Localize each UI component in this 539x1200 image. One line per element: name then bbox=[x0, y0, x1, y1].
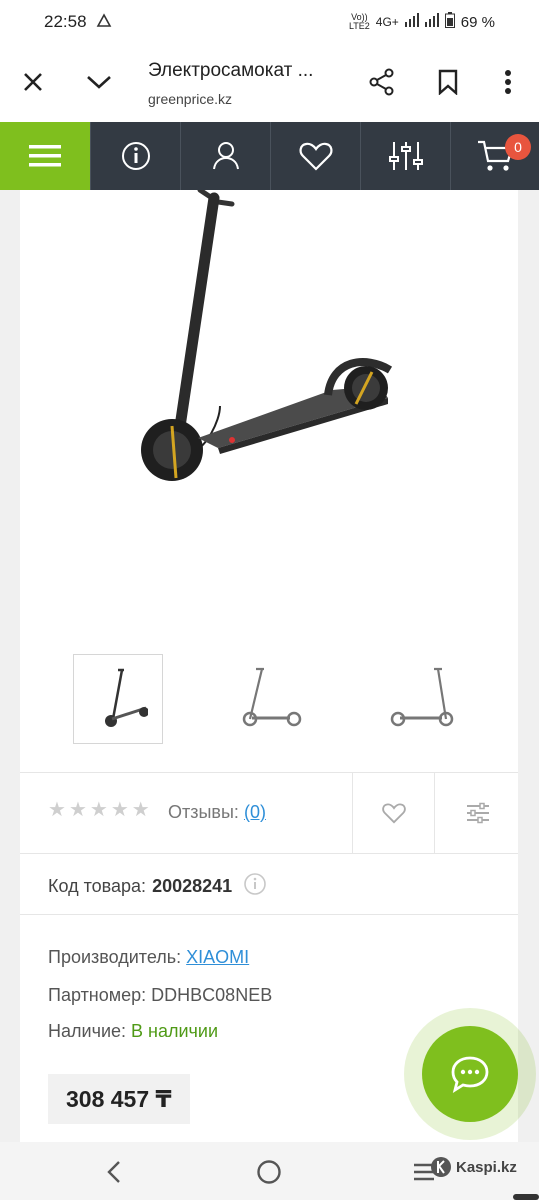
more-vertical-icon[interactable] bbox=[490, 64, 526, 100]
heart-icon bbox=[299, 142, 332, 171]
star-icon: ★ bbox=[89, 799, 108, 821]
compare-button[interactable] bbox=[360, 122, 450, 190]
rating-stars: ★ ★ ★ ★ ★ bbox=[48, 800, 150, 820]
home-indicator bbox=[513, 1194, 539, 1200]
battery-percent: 69 % bbox=[460, 13, 495, 31]
kaspi-watermark: Kaspi.kz bbox=[430, 1156, 517, 1178]
thumbnail-2[interactable] bbox=[225, 654, 313, 742]
signal-icon-2 bbox=[424, 13, 439, 31]
close-icon[interactable] bbox=[15, 64, 51, 100]
thumbnail-3[interactable] bbox=[377, 654, 465, 742]
share-icon[interactable] bbox=[364, 64, 400, 100]
page-url: greenprice.kz bbox=[148, 91, 233, 107]
reviews: Отзывы: (0) bbox=[168, 802, 266, 823]
bookmark-icon[interactable] bbox=[430, 64, 466, 100]
manufacturer-row: Производитель: XIAOMI bbox=[48, 947, 249, 968]
divider bbox=[352, 773, 353, 853]
battery-icon bbox=[444, 12, 455, 32]
star-icon: ★ bbox=[68, 799, 87, 821]
network-type: 4G+ bbox=[375, 15, 399, 29]
reviews-label: Отзывы: bbox=[168, 802, 239, 822]
code-label: Код товара: bbox=[48, 876, 147, 896]
page-title: Электросамокат ... bbox=[148, 60, 314, 81]
availability-label: Наличие: bbox=[48, 1021, 127, 1041]
back-icon[interactable] bbox=[98, 1156, 130, 1188]
compare-icon bbox=[388, 142, 423, 170]
status-right: Vo)) LTE2 4G+ 69 % bbox=[349, 12, 495, 32]
cart-button[interactable]: 0 bbox=[450, 122, 539, 190]
kaspi-logo-icon bbox=[431, 1157, 451, 1177]
chat-bubble-icon bbox=[451, 1056, 489, 1093]
divider bbox=[20, 853, 518, 854]
menu-button[interactable] bbox=[0, 122, 90, 190]
availability-row: Наличие: В наличии bbox=[48, 1021, 218, 1042]
account-button[interactable] bbox=[180, 122, 270, 190]
info-icon[interactable] bbox=[244, 873, 266, 900]
thumbnail-1[interactable] bbox=[73, 654, 163, 744]
product-thumbnails bbox=[20, 654, 518, 744]
product-main-image[interactable] bbox=[20, 187, 518, 630]
divider bbox=[434, 773, 435, 853]
add-to-wishlist-button[interactable] bbox=[372, 791, 416, 835]
star-icon: ★ bbox=[131, 799, 150, 821]
system-nav-bar: Kaspi.kz bbox=[0, 1142, 539, 1200]
star-icon: ★ bbox=[48, 799, 66, 821]
star-icon: ★ bbox=[110, 799, 129, 821]
chevron-down-icon[interactable] bbox=[81, 64, 117, 100]
browser-toolbar: Электросамокат ... greenprice.kz bbox=[0, 44, 539, 122]
signal-icon-1 bbox=[404, 13, 419, 31]
status-bar: 22:58 Vo)) LTE2 4G+ 69 % bbox=[0, 0, 539, 44]
rating-row: ★ ★ ★ ★ ★ Отзывы: (0) bbox=[20, 773, 518, 853]
site-nav: 0 bbox=[0, 122, 539, 190]
kaspi-label: Kaspi.kz bbox=[456, 1158, 517, 1176]
partnumber-row: Партномер: DDHBC08NEB bbox=[48, 985, 272, 1006]
partnumber-value: DDHBC08NEB bbox=[151, 985, 273, 1005]
availability-value: В наличии bbox=[131, 1021, 219, 1041]
home-icon[interactable] bbox=[253, 1156, 285, 1188]
partnumber-label: Партномер: bbox=[48, 985, 147, 1005]
cart-count-badge: 0 bbox=[505, 134, 531, 160]
code-value: 20028241 bbox=[152, 876, 233, 896]
wishlist-button[interactable] bbox=[270, 122, 360, 190]
product-code-row: Код товара: 20028241 bbox=[48, 873, 266, 900]
manufacturer-link[interactable]: XIAOMI bbox=[186, 947, 249, 967]
volte-indicator: Vo)) LTE2 bbox=[348, 12, 370, 31]
reviews-count-link[interactable]: (0) bbox=[244, 802, 266, 822]
heart-icon bbox=[382, 803, 406, 824]
user-icon bbox=[212, 142, 239, 170]
product-price: 308 457 ₸ bbox=[48, 1074, 190, 1124]
chat-button[interactable] bbox=[422, 1026, 518, 1122]
status-time: 22:58 bbox=[44, 12, 87, 31]
drive-icon bbox=[96, 13, 112, 34]
info-button[interactable] bbox=[90, 122, 180, 190]
divider bbox=[20, 914, 518, 915]
menu-icon bbox=[29, 145, 61, 167]
compare-icon bbox=[467, 802, 489, 824]
add-to-compare-button[interactable] bbox=[456, 791, 500, 835]
manufacturer-label: Производитель: bbox=[48, 947, 182, 967]
info-icon bbox=[121, 142, 150, 170]
